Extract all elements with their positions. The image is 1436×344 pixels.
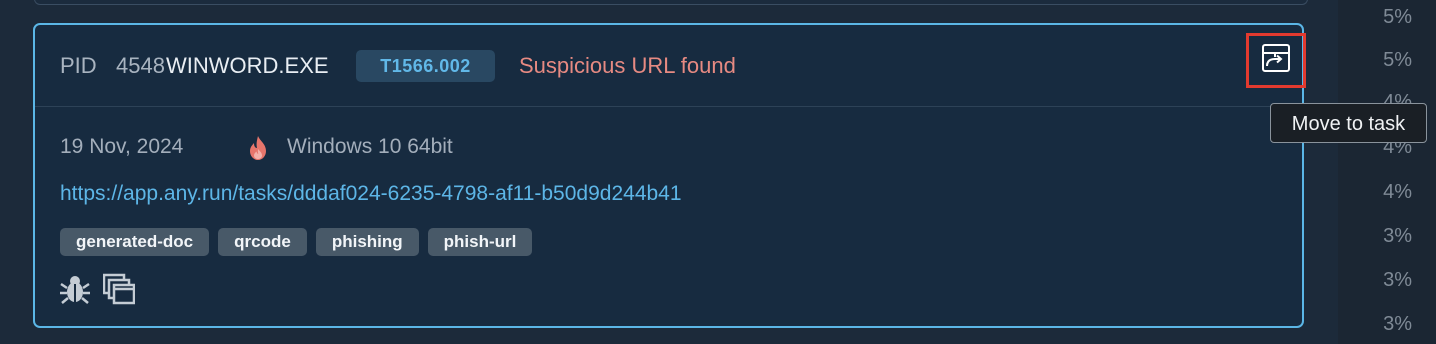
percentage-value: 3%: [1383, 313, 1412, 335]
process-name: WINWORD.EXE: [166, 53, 329, 78]
percentage-value: 3%: [1383, 225, 1412, 247]
pid-value: 4548: [116, 53, 165, 78]
tag[interactable]: qrcode: [218, 228, 307, 256]
pid-label: PID: [60, 53, 97, 78]
percentage-value: 4%: [1383, 181, 1412, 203]
card-header: PID 4548 WINWORD.EXE T1566.002 Suspiciou…: [35, 25, 1306, 107]
card-body: 19 Nov, 2024 Windows 10 64bit https://ap…: [35, 107, 1302, 326]
move-to-task-icon: [1261, 43, 1291, 78]
move-to-task-button[interactable]: [1246, 33, 1306, 88]
os-label: Windows 10 64bit: [287, 135, 453, 158]
alert-title: Suspicious URL found: [519, 53, 736, 78]
tag[interactable]: phishing: [315, 228, 419, 256]
percentage-value: 5%: [1383, 49, 1412, 71]
tag[interactable]: generated-doc: [60, 228, 210, 256]
windows-icon[interactable]: [102, 273, 136, 310]
percentage-value: 3%: [1383, 269, 1412, 291]
task-url-link[interactable]: https://app.any.run/tasks/dddaf024-6235-…: [60, 182, 682, 206]
move-to-task-tooltip: Move to task: [1270, 103, 1427, 143]
tag-list: generated-doc qrcode phishing phish-url: [60, 228, 533, 256]
percentage-column: 5% 5% 4% 4% 4% 3% 3% 3%: [1338, 0, 1436, 344]
tag[interactable]: phish-url: [427, 228, 533, 256]
bug-icon[interactable]: [59, 273, 91, 310]
mitre-technique-badge[interactable]: T1566.002: [356, 50, 495, 82]
previous-card: [34, 0, 1308, 5]
action-icons: [59, 273, 136, 310]
task-date: 19 Nov, 2024: [60, 135, 184, 158]
percentage-value: 5%: [1383, 6, 1412, 28]
alert-card: PID 4548 WINWORD.EXE T1566.002 Suspiciou…: [33, 23, 1306, 328]
flame-icon: [247, 135, 269, 166]
